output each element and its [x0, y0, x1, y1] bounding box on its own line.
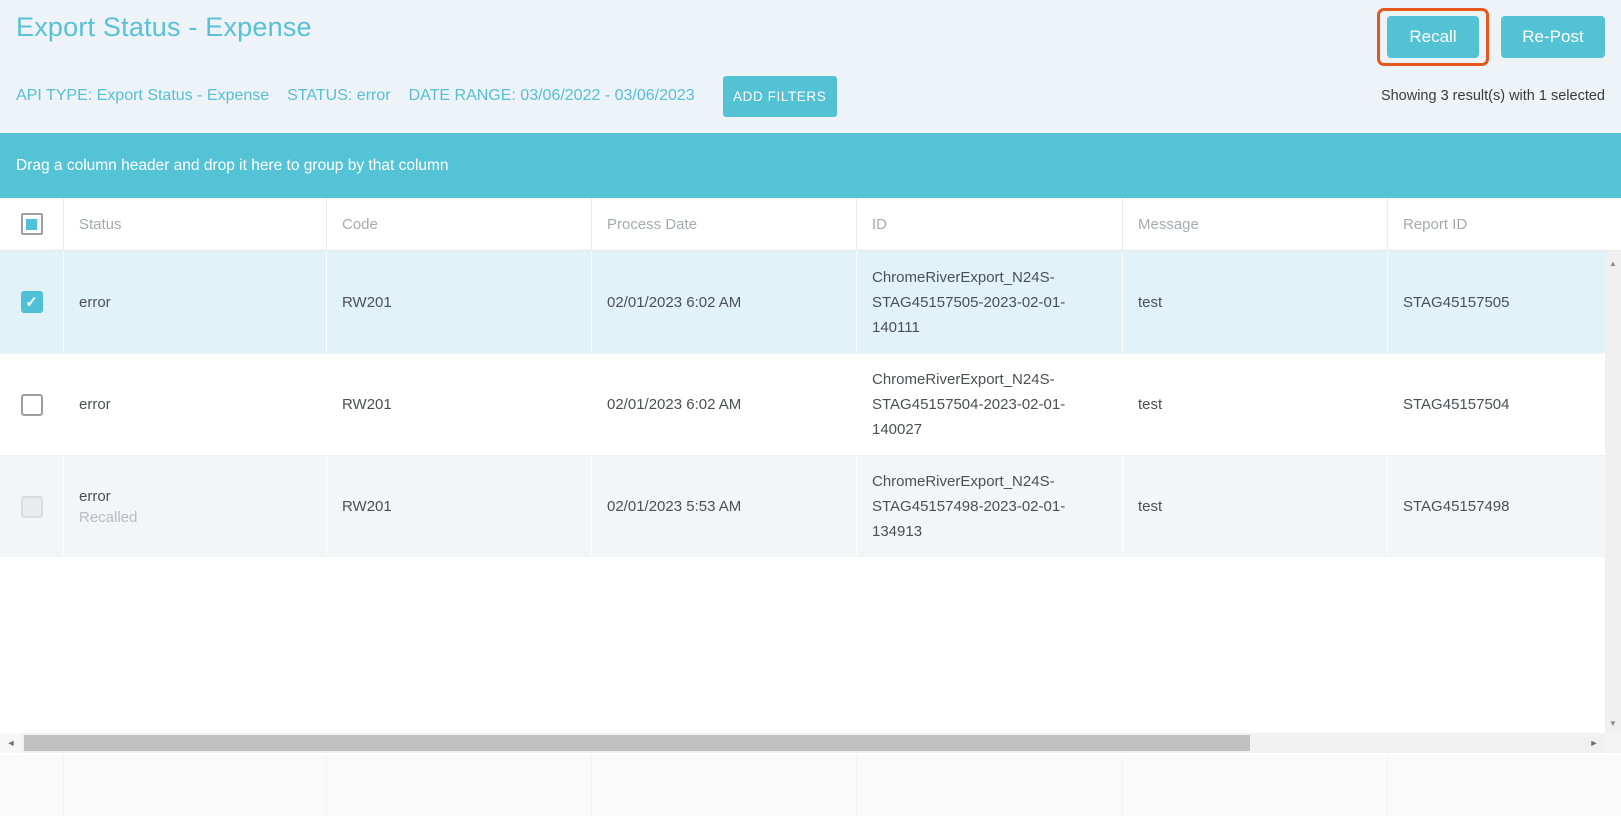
row-checkbox[interactable]: ✓	[21, 291, 43, 313]
id-value: ChromeRiverExport_N24S-STAG45157504-2023…	[872, 367, 1107, 442]
id-value: ChromeRiverExport_N24S-STAG45157505-2023…	[872, 265, 1107, 340]
top-actions: Recall Re-Post	[1377, 8, 1605, 66]
row-checkbox-cell: ✓	[0, 251, 63, 353]
page-title: Export Status - Expense	[16, 12, 312, 43]
table-row[interactable]: error Recalled RW201 02/01/2023 5:53 AM …	[0, 455, 1605, 557]
process-date-cell: 02/01/2023 5:53 AM	[591, 456, 856, 557]
status-value: error	[79, 488, 111, 505]
report-id-cell: STAG45157505	[1387, 251, 1605, 353]
id-value: ChromeRiverExport_N24S-STAG45157498-2023…	[872, 469, 1107, 544]
filter-date-range: DATE RANGE: 03/06/2022 - 03/06/2023	[409, 87, 695, 105]
status-cell: error	[63, 354, 326, 455]
select-all-checkbox[interactable]	[21, 213, 43, 235]
status-value: error	[79, 396, 111, 413]
filter-api-type: API TYPE: Export Status - Expense	[16, 87, 269, 105]
row-checkbox-cell	[0, 456, 63, 557]
filter-row: API TYPE: Export Status - Expense STATUS…	[16, 75, 1605, 117]
add-filters-button[interactable]: ADD FILTERS	[723, 76, 837, 117]
footer-cell	[591, 755, 856, 816]
scrollbar-corner	[1605, 733, 1621, 753]
scroll-left-icon[interactable]: ◄	[0, 733, 22, 753]
column-header-report-id[interactable]: Report ID	[1387, 198, 1621, 250]
column-header-code[interactable]: Code	[326, 198, 591, 250]
grid-body: ✓ error RW201 02/01/2023 6:02 AM ChromeR…	[0, 251, 1605, 557]
repost-button[interactable]: Re-Post	[1501, 16, 1605, 58]
table-row[interactable]: error RW201 02/01/2023 6:02 AM ChromeRiv…	[0, 353, 1605, 455]
column-header-message[interactable]: Message	[1122, 198, 1387, 250]
vertical-scrollbar[interactable]: ▲ ▼	[1605, 251, 1621, 733]
message-cell: test	[1122, 354, 1387, 455]
recall-highlight-annotation: Recall	[1377, 8, 1489, 66]
status-value: error	[79, 294, 111, 311]
recall-button[interactable]: Recall	[1387, 16, 1479, 58]
message-cell: test	[1122, 251, 1387, 353]
footer-cell	[0, 755, 63, 816]
message-cell: test	[1122, 456, 1387, 557]
report-id-cell: STAG45157504	[1387, 354, 1605, 455]
footer-cell	[1387, 755, 1621, 816]
id-cell: ChromeRiverExport_N24S-STAG45157504-2023…	[856, 354, 1122, 455]
table-row[interactable]: ✓ error RW201 02/01/2023 6:02 AM ChromeR…	[0, 251, 1605, 353]
group-by-drop-zone[interactable]: Drag a column header and drop it here to…	[0, 133, 1621, 198]
status-cell: error	[63, 251, 326, 353]
report-id-cell: STAG45157498	[1387, 456, 1605, 557]
footer-cell	[63, 755, 326, 816]
row-checkbox-disabled	[21, 496, 43, 518]
footer-strip	[0, 755, 1621, 816]
group-by-hint: Drag a column header and drop it here to…	[16, 157, 449, 175]
footer-cell	[326, 755, 591, 816]
column-header-process-date[interactable]: Process Date	[591, 198, 856, 250]
header-checkbox-cell	[0, 198, 63, 250]
indeterminate-mark-icon	[26, 219, 37, 230]
column-header-id[interactable]: ID	[856, 198, 1122, 250]
process-date-cell: 02/01/2023 6:02 AM	[591, 354, 856, 455]
topbar: Export Status - Expense Recall Re-Post A…	[0, 0, 1621, 133]
code-cell: RW201	[326, 251, 591, 353]
filter-status: STATUS: error	[287, 87, 390, 105]
process-date-cell: 02/01/2023 6:02 AM	[591, 251, 856, 353]
check-icon: ✓	[25, 293, 38, 311]
column-header-status[interactable]: Status	[63, 198, 326, 250]
substatus-value: Recalled	[79, 509, 137, 526]
footer-cell	[1122, 755, 1387, 816]
status-cell: error Recalled	[63, 456, 326, 557]
footer-cell	[856, 755, 1122, 816]
horizontal-scrollbar-thumb[interactable]	[24, 735, 1250, 751]
export-status-page: Export Status - Expense Recall Re-Post A…	[0, 0, 1621, 816]
row-checkbox-cell	[0, 354, 63, 455]
scroll-right-icon[interactable]: ►	[1583, 733, 1605, 753]
row-checkbox[interactable]	[21, 394, 43, 416]
code-cell: RW201	[326, 456, 591, 557]
grid-header-row: Status Code Process Date ID Message Repo…	[0, 198, 1621, 251]
scroll-down-icon[interactable]: ▼	[1605, 715, 1621, 731]
horizontal-scrollbar[interactable]: ◄ ►	[0, 733, 1605, 753]
id-cell: ChromeRiverExport_N24S-STAG45157505-2023…	[856, 251, 1122, 353]
code-cell: RW201	[326, 354, 591, 455]
id-cell: ChromeRiverExport_N24S-STAG45157498-2023…	[856, 456, 1122, 557]
results-summary: Showing 3 result(s) with 1 selected	[1381, 88, 1605, 104]
scroll-up-icon[interactable]: ▲	[1605, 255, 1621, 271]
